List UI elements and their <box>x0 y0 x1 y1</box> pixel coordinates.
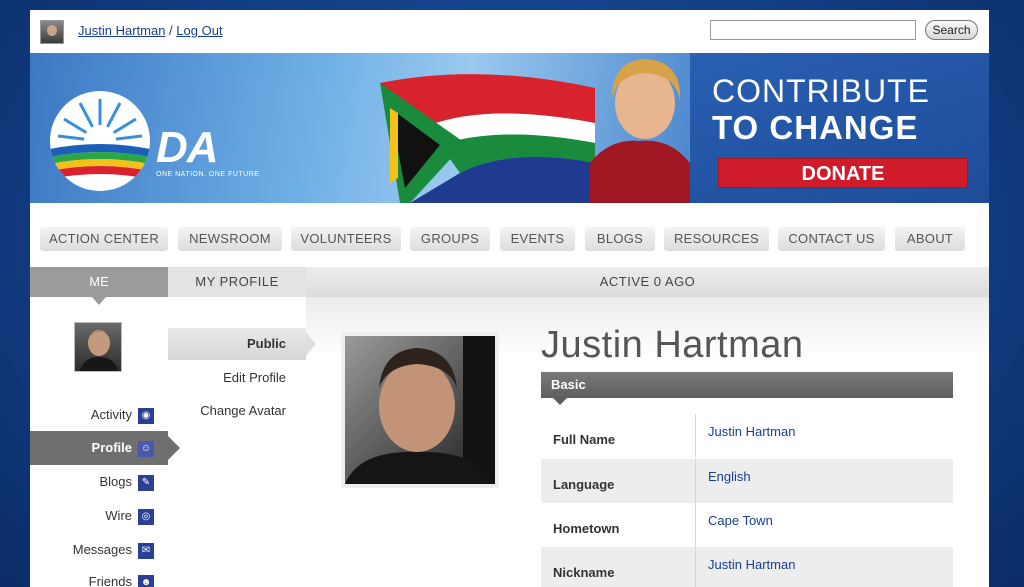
main-nav: ACTION CENTER NEWSROOM VOLUNTEERS GROUPS… <box>30 203 989 267</box>
search-button[interactable]: Search <box>925 20 978 40</box>
field-value-link[interactable]: Justin Hartman <box>708 557 795 572</box>
field-value-link[interactable]: English <box>708 469 751 484</box>
field-value-link[interactable]: Cape Town <box>708 513 773 528</box>
field-divider <box>695 459 696 503</box>
south-african-flag-icon <box>380 74 595 203</box>
profile-row: Hometown Cape Town <box>541 503 953 547</box>
search-input[interactable] <box>710 20 916 40</box>
field-label: Full Name <box>553 432 616 447</box>
contribute-heading: CONTRIBUTE <box>712 73 930 109</box>
nav-newsroom[interactable]: NEWSROOM <box>178 227 282 251</box>
field-label: Nickname <box>553 565 615 580</box>
profile-name: Justin Hartman <box>541 324 804 366</box>
field-value-link[interactable]: Justin Hartman <box>708 424 795 439</box>
sidebar-item-profile[interactable]: Profile ☺ <box>30 431 180 465</box>
subnav-edit-profile[interactable]: Edit Profile <box>168 362 306 394</box>
nav-volunteers[interactable]: VOLUNTEERS <box>291 227 401 251</box>
field-divider <box>695 503 696 547</box>
da-tagline: ONE NATION. ONE FUTURE <box>156 171 260 178</box>
contribute-subheading: TO CHANGE <box>712 109 919 146</box>
subnav-public[interactable]: Public <box>168 328 316 360</box>
envelope-icon: ✉ <box>138 542 154 559</box>
nav-events[interactable]: EVENTS <box>500 227 575 251</box>
sidebar-item-label: Wire <box>105 508 132 523</box>
edit-icon: ✎ <box>138 474 154 491</box>
wire-icon: ◎ <box>138 508 154 525</box>
subnav-change-avatar[interactable]: Change Avatar <box>168 395 306 427</box>
sidebar-item-messages[interactable]: Messages ✉ <box>30 533 168 567</box>
user-avatar[interactable] <box>74 322 122 372</box>
basic-section-header: Basic <box>541 372 953 405</box>
contribute-panel: CONTRIBUTE TO CHANGE DONATE <box>690 53 989 203</box>
sidebar-item-label: Profile <box>91 440 132 455</box>
sidebar-item-activity[interactable]: Activity ◉ <box>30 398 168 432</box>
page: Justin Hartman / Log Out Search DA ONE N… <box>30 10 989 587</box>
field-label: Language <box>553 477 615 492</box>
nav-blogs[interactable]: BLOGS <box>585 227 655 251</box>
nav-about[interactable]: ABOUT <box>895 227 965 251</box>
sidebar-item-friends[interactable]: Friends ☻ <box>30 565 168 587</box>
sidebar-item-label: Activity <box>90 407 132 422</box>
da-logo-sun-icon[interactable] <box>50 91 150 191</box>
my-profile-tab[interactable]: MY PROFILE <box>168 267 306 297</box>
logout-link[interactable]: Log Out <box>176 23 222 38</box>
field-divider <box>695 547 696 587</box>
nav-groups[interactable]: GROUPS <box>410 227 490 251</box>
smiley-icon: ☻ <box>138 574 154 587</box>
user-avatar-thumbnail[interactable] <box>40 20 64 44</box>
activity-status: ACTIVE 0 AGO <box>306 267 989 297</box>
user-links-separator: / <box>169 23 173 38</box>
nav-resources[interactable]: RESOURCES <box>664 227 769 251</box>
nav-action-center[interactable]: ACTION CENTER <box>40 227 168 251</box>
nav-contact-us[interactable]: CONTACT US <box>778 227 885 251</box>
field-label: Hometown <box>553 521 620 536</box>
profile-photo <box>341 332 499 488</box>
profile-row: Nickname Justin Hartman <box>541 547 953 587</box>
profile-row: Full Name Justin Hartman <box>541 414 953 458</box>
campaign-portrait <box>590 53 690 203</box>
user-icon: ☺ <box>138 440 154 457</box>
rss-icon: ◉ <box>138 407 154 424</box>
top-bar: Justin Hartman / Log Out Search <box>30 10 989 53</box>
sidebar-item-label: Messages <box>72 542 132 557</box>
sidebar-item-label: Blogs <box>99 474 132 489</box>
user-profile-link[interactable]: Justin Hartman <box>78 23 165 38</box>
profile-row: Language English <box>541 459 953 503</box>
user-links: Justin Hartman / Log Out <box>78 23 223 38</box>
field-divider <box>695 414 696 458</box>
me-tab[interactable]: ME <box>30 267 168 305</box>
da-logo-text: DA <box>156 123 219 172</box>
sidebar-item-label: Friends <box>88 574 132 587</box>
donate-button[interactable]: DONATE <box>718 158 968 188</box>
sidebar-item-blogs[interactable]: Blogs ✎ <box>30 465 168 499</box>
banner: DA ONE NATION. ONE FUTURE CONTRIBUTE TO … <box>30 53 989 203</box>
sidebar-item-wire[interactable]: Wire ◎ <box>30 499 168 533</box>
